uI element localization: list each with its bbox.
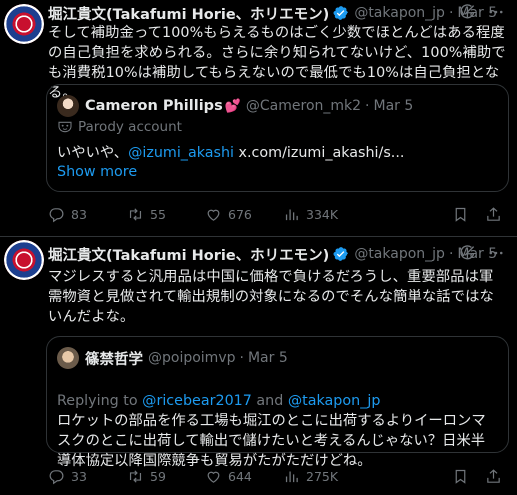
parody-account-text: Parody account — [78, 119, 182, 135]
views-button[interactable]: 334K — [283, 204, 338, 224]
separator: · — [239, 350, 244, 366]
tweet-actions: 33 59 644 275K — [48, 466, 509, 486]
quote-text: いやいや、@izumi_akashi x.com/izumi_akashi/s.… — [57, 143, 498, 163]
avatar-emblem — [17, 17, 31, 31]
verified-badge-icon — [333, 247, 349, 261]
heart-icon — [207, 209, 220, 221]
mention-link[interactable]: @izumi_akashi — [128, 145, 234, 161]
heart-emoji-icon: 💕 — [224, 98, 241, 114]
verified-badge-icon — [333, 6, 349, 20]
views-chart-icon — [285, 471, 298, 482]
views-chart-icon — [285, 209, 298, 220]
like-count: 644 — [228, 468, 252, 484]
views-count: 275K — [306, 468, 339, 484]
avatar[interactable] — [4, 240, 44, 280]
replying-and: and — [251, 393, 288, 409]
quote-author-handle: @poipoimvp — [148, 350, 236, 366]
replying-prefix: Replying to — [57, 393, 143, 409]
quote-header: Cameron Phillips 💕 @Cameron_mk2 · Mar 5 — [57, 95, 413, 117]
bookmark-button[interactable] — [452, 204, 475, 224]
retweet-button[interactable]: 55 — [127, 204, 166, 224]
mention-link[interactable]: @takapon_jp — [288, 393, 381, 409]
author-name[interactable]: 堀江貴文(Takafumi Horie、ホリエモン) — [48, 3, 329, 24]
more-options-icon[interactable] — [487, 3, 505, 21]
quote-text-prefix: いやいや、 — [57, 145, 129, 161]
views-count: 334K — [306, 206, 339, 222]
tweet-header: 堀江貴文(Takafumi Horie、ホリエモン) @takapon_jp ·… — [48, 3, 509, 23]
reply-icon — [49, 469, 64, 484]
quote-author-name: 篠禁哲学 — [85, 351, 143, 368]
views-button[interactable]: 275K — [283, 466, 338, 486]
quote-date: Mar 5 — [247, 350, 288, 366]
avatar[interactable] — [4, 4, 44, 44]
tweet-text: マジレスすると汎用品は中国に価格で負けるだろうし、重要部品は軍需物資と見做されて… — [48, 269, 494, 325]
retweet-icon — [129, 469, 142, 483]
grok-icon[interactable] — [459, 3, 477, 21]
like-count: 676 — [228, 206, 252, 222]
like-button[interactable]: 676 — [205, 204, 252, 224]
quoted-tweet[interactable]: Cameron Phillips 💕 @Cameron_mk2 · Mar 5 … — [46, 84, 509, 192]
reply-button[interactable]: 33 — [48, 466, 87, 486]
tweet-actions: 83 55 676 334K — [48, 204, 509, 224]
parody-mask-icon — [58, 121, 72, 133]
retweet-count: 59 — [150, 468, 166, 484]
quote-avatar — [57, 95, 79, 117]
quote-author-name: Cameron Phillips — [85, 98, 223, 114]
reply-button[interactable]: 83 — [48, 204, 87, 224]
separator: · — [365, 98, 370, 114]
url-link[interactable]: x.com/izumi_akashi/s... — [234, 145, 405, 161]
author-handle[interactable]: @takapon_jp — [354, 246, 445, 262]
reply-count: 83 — [71, 206, 87, 222]
tweet[interactable]: 堀江貴文(Takafumi Horie、ホリエモン) @takapon_jp ·… — [0, 236, 517, 495]
more-options-icon[interactable] — [487, 244, 505, 262]
reply-count: 33 — [71, 468, 87, 484]
separator: · — [448, 246, 454, 262]
separator: · — [448, 5, 454, 21]
share-icon — [487, 206, 500, 221]
show-more-link[interactable]: Show more — [57, 164, 137, 180]
author-name[interactable]: 堀江貴文(Takafumi Horie、ホリエモン) — [48, 244, 329, 265]
bookmark-button[interactable] — [452, 466, 475, 486]
avatar-emblem — [17, 253, 31, 267]
quote-avatar — [57, 347, 79, 369]
quoted-tweet[interactable]: 篠禁哲学 @poipoimvp · Mar 5 Replying to @ric… — [46, 336, 509, 469]
retweet-count: 55 — [150, 206, 166, 222]
author-handle[interactable]: @takapon_jp — [354, 5, 445, 21]
bookmark-icon — [455, 207, 466, 222]
heart-icon — [207, 471, 220, 483]
parody-label: Parody account — [57, 119, 182, 135]
tweet-header: 堀江貴文(Takafumi Horie、ホリエモン) @takapon_jp ·… — [48, 244, 509, 264]
grok-icon[interactable] — [459, 244, 477, 262]
retweet-icon — [129, 207, 142, 221]
share-icon — [487, 468, 500, 483]
bookmark-icon — [455, 469, 466, 484]
replying-to: Replying to @ricebear2017 and @takapon_j… — [57, 391, 498, 411]
share-button[interactable] — [485, 204, 508, 224]
retweet-button[interactable]: 59 — [127, 466, 166, 486]
quote-body-text: ロケットの部品を作る工場も堀江のとこに出荷するよりイーロンマスクのとこに出荷して… — [57, 413, 486, 469]
share-button[interactable] — [485, 466, 508, 486]
quote-text: Replying to @ricebear2017 and @takapon_j… — [57, 391, 498, 471]
quote-author-handle: @Cameron_mk2 — [245, 98, 362, 114]
mention-link[interactable]: @ricebear2017 — [142, 393, 252, 409]
quote-header: 篠禁哲学 @poipoimvp · Mar 5 — [57, 347, 288, 369]
reply-icon — [49, 207, 64, 222]
quote-date: Mar 5 — [373, 98, 414, 114]
like-button[interactable]: 644 — [205, 466, 252, 486]
tweet[interactable]: 堀江貴文(Takafumi Horie、ホリエモン) @takapon_jp ·… — [0, 0, 517, 236]
